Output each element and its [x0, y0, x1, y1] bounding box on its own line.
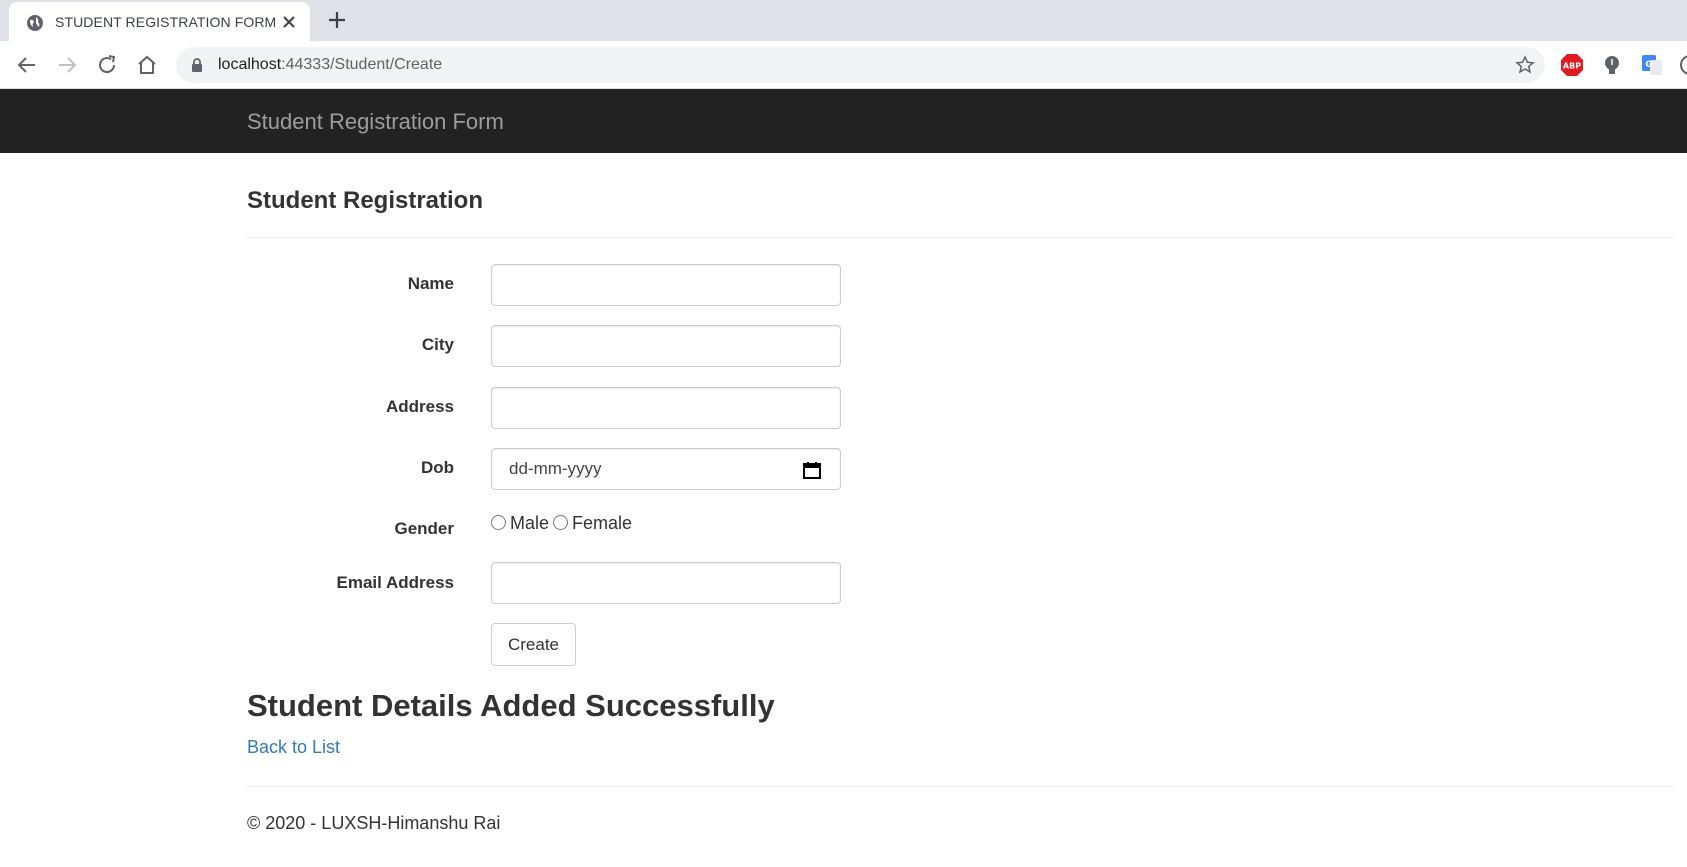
- reload-icon[interactable]: [95, 53, 119, 77]
- adblock-plus-icon[interactable]: ABP: [1560, 53, 1584, 77]
- email-label: Email Address: [336, 573, 454, 592]
- browser-tabstrip: STUDENT REGISTRATION FORM: [0, 0, 1687, 41]
- gender-label: Gender: [394, 519, 454, 538]
- adblock-label: ABP: [1563, 62, 1581, 71]
- dob-placeholder: dd-mm-yyyy: [509, 459, 602, 478]
- footer-divider: [247, 786, 1673, 787]
- browser-toolbar: localhost:44333/Student/Create ABP G: [0, 41, 1687, 89]
- address-input[interactable]: [491, 387, 841, 429]
- address-label: Address: [385, 397, 454, 416]
- name-input[interactable]: [491, 264, 841, 306]
- extension-bulb-icon[interactable]: [1600, 53, 1624, 77]
- success-message: Student Details Added Successfully: [247, 688, 775, 723]
- google-translate-icon[interactable]: G: [1640, 53, 1664, 77]
- home-icon[interactable]: [135, 53, 159, 77]
- gender-radio-group: Male Female: [491, 513, 636, 535]
- new-tab-plus-icon[interactable]: [326, 9, 348, 31]
- email-input[interactable]: [491, 562, 841, 604]
- globe-icon: [27, 15, 43, 31]
- city-label: City: [421, 335, 454, 354]
- dob-date-input[interactable]: dd-mm-yyyy: [491, 448, 841, 490]
- name-label: Name: [407, 274, 454, 293]
- page-title: Student Registration: [247, 187, 484, 214]
- dob-label: Dob: [420, 458, 454, 477]
- city-input[interactable]: [491, 325, 841, 367]
- forward-arrow-icon[interactable]: [55, 53, 79, 77]
- browser-tab[interactable]: STUDENT REGISTRATION FORM: [9, 2, 310, 41]
- male-radio[interactable]: [491, 515, 506, 530]
- address-bar[interactable]: localhost:44333/Student/Create: [176, 47, 1545, 83]
- back-to-list-link[interactable]: Back to List: [247, 737, 340, 758]
- close-icon[interactable]: [281, 14, 297, 30]
- bookmark-star-icon[interactable]: [1515, 55, 1535, 75]
- back-arrow-icon[interactable]: [15, 53, 39, 77]
- footer-text: © 2020 - LUXSH-Himanshu Rai: [247, 813, 501, 833]
- profile-icon[interactable]: [1678, 53, 1687, 77]
- female-label: Female: [572, 513, 633, 533]
- tab-title: STUDENT REGISTRATION FORM: [55, 14, 277, 30]
- navbar-brand[interactable]: Student Registration Form: [247, 109, 504, 135]
- url-text: localhost:44333/Student/Create: [218, 56, 443, 73]
- male-label: Male: [510, 513, 550, 533]
- svg-text:G: G: [1645, 60, 1652, 70]
- divider: [247, 237, 1673, 238]
- female-radio[interactable]: [553, 515, 569, 530]
- site-navbar: Student Registration Form: [0, 89, 1687, 153]
- create-button[interactable]: Create: [491, 623, 576, 666]
- lock-icon: [192, 58, 202, 72]
- calendar-icon[interactable]: [802, 460, 822, 480]
